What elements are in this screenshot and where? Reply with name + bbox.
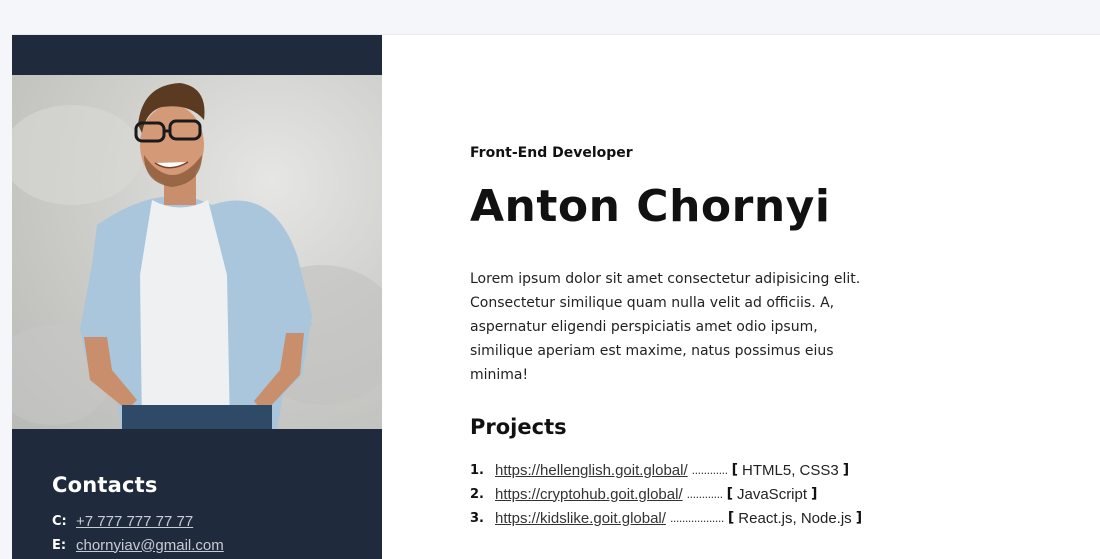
contacts-section: Contacts C: +7 777 777 77 77 E: chornyia…: [52, 473, 362, 557]
project-item: 3. https://kidslike.goit.global/ .......…: [470, 506, 990, 530]
bracket-close: ]: [842, 462, 850, 478]
job-title: Front-End Developer: [470, 145, 633, 161]
project-number: 1.: [470, 462, 484, 478]
project-tech: HTML5, CSS3: [742, 461, 839, 479]
project-dots: ............: [686, 487, 723, 501]
person-name: Anton Chornyi: [470, 181, 831, 232]
bracket-open: [: [727, 510, 735, 526]
bracket-close: ]: [811, 486, 818, 502]
projects-title: Projects: [470, 415, 567, 439]
sidebar: Contacts C: +7 777 777 77 77 E: chornyia…: [12, 35, 382, 559]
resume-page: Contacts C: +7 777 777 77 77 E: chornyia…: [12, 34, 1100, 559]
project-tech: React.js, Node.js: [738, 509, 852, 527]
phone-key: C:: [52, 513, 67, 529]
email-link[interactable]: chornyiav@gmail.com: [76, 537, 224, 554]
project-number: 3.: [470, 510, 484, 526]
contacts-title: Contacts: [52, 473, 158, 497]
email-key: E:: [52, 537, 67, 553]
project-item: 2. https://cryptohub.goit.global/ ......…: [470, 482, 990, 506]
phone-link[interactable]: +7 777 777 77 77: [76, 513, 193, 530]
contact-phone-row: C: +7 777 777 77 77: [52, 509, 362, 533]
bracket-open: [: [726, 486, 733, 502]
about-text: Lorem ipsum dolor sit amet consectetur a…: [470, 271, 861, 383]
profile-photo: [12, 75, 382, 429]
project-link[interactable]: https://cryptohub.goit.global/: [495, 486, 683, 503]
contact-email-row: E: chornyiav@gmail.com: [52, 533, 362, 557]
project-link[interactable]: https://kidslike.goit.global/: [495, 510, 666, 527]
bracket-open: [: [731, 462, 739, 478]
project-link[interactable]: https://hellenglish.goit.global/: [495, 462, 688, 479]
project-dots: ..................: [669, 511, 724, 525]
projects-list: 1. https://hellenglish.goit.global/ ....…: [470, 458, 990, 530]
main-content: Front-End Developer Anton Chornyi Lorem …: [470, 35, 1070, 559]
project-number: 2.: [470, 486, 484, 502]
project-item: 1. https://hellenglish.goit.global/ ....…: [470, 458, 990, 482]
project-dots: ............: [691, 463, 728, 477]
bracket-close: ]: [855, 510, 863, 526]
project-tech: JavaScript: [737, 485, 808, 503]
